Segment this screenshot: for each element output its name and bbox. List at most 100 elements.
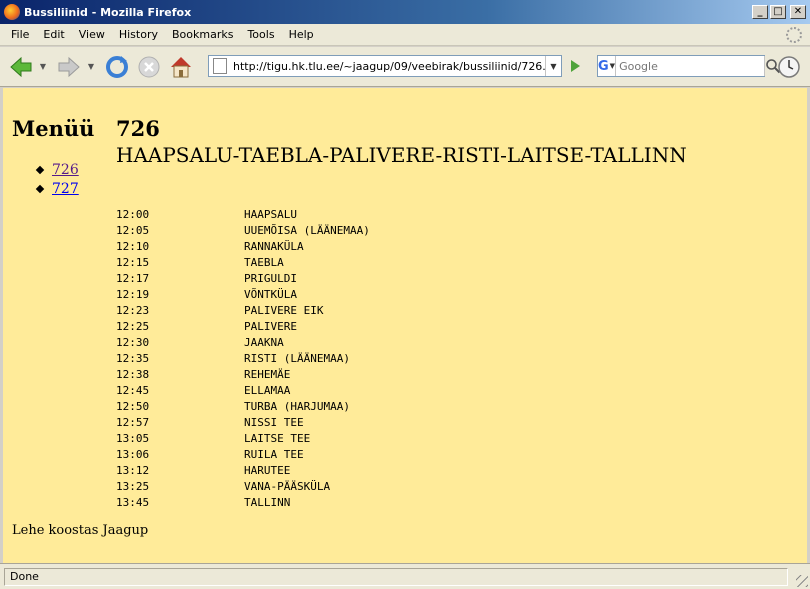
resize-grip-icon[interactable] — [796, 575, 808, 587]
stop-name: LAITSE TEE — [244, 431, 311, 445]
window-title-bar: Bussiliinid - Mozilla Firefox _ □ ✕ — [0, 0, 810, 24]
stop-row: 13:45 TALLINN — [116, 494, 370, 510]
stop-name: VÕNTKÜLA — [244, 287, 297, 301]
route-menu-list: 726 727 — [35, 162, 79, 200]
menu-history[interactable]: History — [112, 28, 165, 41]
stop-time: 12:00 — [116, 207, 150, 221]
stop-row: 12:05 UUEMÕISA (LÄÄNEMAA) — [116, 222, 370, 238]
stop-time: 13:45 — [116, 495, 150, 509]
stop-row: 12:23 PALIVERE EIK — [116, 302, 370, 318]
stop-row: 12:30 JAAKNA — [116, 334, 370, 350]
route-name: HAAPSALU-TAEBLA-PALIVERE-RISTI-LAITSE-TA… — [116, 143, 687, 167]
go-arrow-icon — [571, 60, 580, 72]
navigation-toolbar: ▼ ▼ http://tigu.hk.tlu.ee/~jaagup/09/vee… — [0, 47, 810, 87]
menu-heading: Menüü — [12, 116, 95, 141]
home-icon — [171, 56, 191, 77]
stop-time: 12:57 — [116, 415, 150, 429]
close-button[interactable]: ✕ — [790, 5, 806, 19]
back-arrow-icon — [10, 56, 32, 77]
stop-time: 12:30 — [116, 335, 150, 349]
search-input[interactable] — [616, 57, 765, 75]
menu-edit[interactable]: Edit — [36, 28, 71, 41]
stop-name: TAEBLA — [244, 255, 284, 269]
stop-time: 12:38 — [116, 367, 150, 381]
route-link-726[interactable]: 726 — [52, 162, 79, 178]
page-icon — [213, 58, 227, 74]
stop-name: RISTI (LÄÄNEMAA) — [244, 351, 350, 365]
page-content: Menüü 726 727 726 HAAPSALU-TAEBLA-PALIVE… — [0, 88, 810, 563]
bullet-icon — [35, 184, 45, 194]
stop-row: 12:17 PRIGULDI — [116, 270, 370, 286]
stop-row: 12:19 VÕNTKÜLA — [116, 286, 370, 302]
status-text: Done — [4, 567, 788, 586]
minimize-button[interactable]: _ — [752, 5, 768, 19]
window-controls: _ □ ✕ — [752, 5, 806, 19]
stop-name: TALLINN — [244, 495, 291, 509]
stop-name: NISSI TEE — [244, 415, 304, 429]
stop-name: ELLAMAA — [244, 383, 291, 397]
url-history-dropdown[interactable]: ▼ — [545, 56, 561, 76]
menu-view[interactable]: View — [72, 28, 112, 41]
stop-name: HAAPSALU — [244, 207, 297, 221]
stop-name: PALIVERE EIK — [244, 303, 324, 317]
menu-help[interactable]: Help — [282, 28, 321, 41]
bullet-icon — [35, 165, 45, 175]
url-text[interactable]: http://tigu.hk.tlu.ee/~jaagup/09/veebira… — [233, 60, 545, 73]
stop-time: 12:05 — [116, 223, 150, 237]
address-bar[interactable]: http://tigu.hk.tlu.ee/~jaagup/09/veebira… — [208, 55, 562, 77]
reload-icon — [106, 55, 128, 78]
stop-time: 12:17 — [116, 271, 150, 285]
menu-bookmarks[interactable]: Bookmarks — [165, 28, 240, 41]
menu-bar: File Edit View History Bookmarks Tools H… — [0, 24, 810, 46]
search-bar[interactable]: G ▼ — [597, 55, 781, 77]
forward-history-dropdown[interactable]: ▼ — [86, 62, 96, 71]
stop-time: 12:45 — [116, 383, 150, 397]
stop-time: 12:50 — [116, 399, 150, 413]
list-item: 727 — [35, 181, 79, 197]
menu-tools[interactable]: Tools — [240, 28, 281, 41]
maximize-button[interactable]: □ — [770, 5, 786, 19]
stop-row: 12:45 ELLAMAA — [116, 382, 370, 398]
stop-row: 12:50 TURBA (HARJUMAA) — [116, 398, 370, 414]
stop-time: 12:15 — [116, 255, 150, 269]
list-item: 726 — [35, 162, 79, 178]
clock-button[interactable] — [777, 55, 801, 79]
back-button[interactable] — [6, 52, 36, 82]
stop-button[interactable] — [134, 52, 164, 82]
home-button[interactable] — [166, 52, 196, 82]
stop-name: PRIGULDI — [244, 271, 297, 285]
stop-time: 12:25 — [116, 319, 150, 333]
stop-row: 12:57 NISSI TEE — [116, 414, 370, 430]
stop-row: 12:35 RISTI (LÄÄNEMAA) — [116, 350, 370, 366]
stop-name: UUEMÕISA (LÄÄNEMAA) — [244, 223, 370, 237]
stop-row: 13:25 VANA-PÄÄSKÜLA — [116, 478, 370, 494]
clock-icon — [778, 56, 800, 78]
stop-row: 12:15 TAEBLA — [116, 254, 370, 270]
throbber-icon — [786, 27, 802, 43]
stop-time: 12:35 — [116, 351, 150, 365]
stop-row: 12:00 HAAPSALU — [116, 206, 370, 222]
stop-time: 13:06 — [116, 447, 150, 461]
forward-button[interactable] — [54, 52, 84, 82]
stop-name: RUILA TEE — [244, 447, 304, 461]
stop-row: 13:06 RUILA TEE — [116, 446, 370, 462]
forward-arrow-icon — [58, 56, 80, 77]
firefox-icon — [4, 4, 20, 20]
status-bar: Done — [0, 563, 810, 589]
menu-file[interactable]: File — [4, 28, 36, 41]
chevron-down-icon: ▼ — [609, 62, 616, 70]
stop-row: 12:10 RANNAKÜLA — [116, 238, 370, 254]
go-button[interactable] — [564, 55, 586, 77]
stop-time: 13:25 — [116, 479, 150, 493]
stop-time: 12:23 — [116, 303, 150, 317]
stop-row: 13:05 LAITSE TEE — [116, 430, 370, 446]
window-title: Bussiliinid - Mozilla Firefox — [24, 5, 192, 19]
reload-button[interactable] — [102, 52, 132, 82]
search-engine-selector[interactable]: G ▼ — [598, 56, 617, 76]
back-history-dropdown[interactable]: ▼ — [38, 62, 48, 71]
stop-icon — [138, 56, 160, 77]
stop-row: 12:25 PALIVERE — [116, 318, 370, 334]
stop-time: 13:05 — [116, 431, 150, 445]
route-link-727[interactable]: 727 — [52, 181, 79, 197]
google-icon: G — [598, 58, 609, 74]
